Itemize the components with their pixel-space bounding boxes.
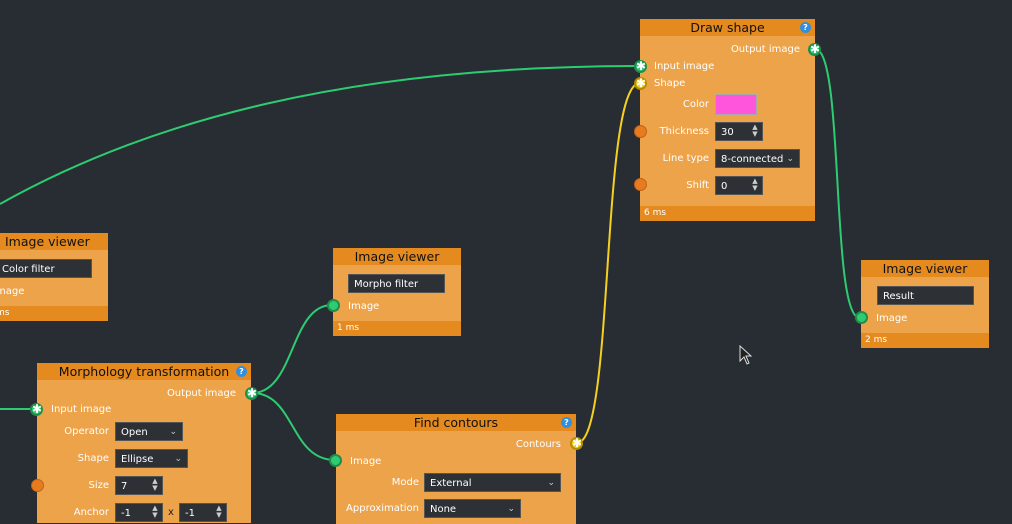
chevron-down-icon: ⌄ [507,504,515,514]
spin-arrows-icon[interactable]: ▲ ▼ [750,124,760,139]
shape-select[interactable]: Ellipse ⌄ [115,449,188,468]
input-image-label: Input image [654,61,715,72]
shape-label: Shape [77,453,109,464]
image-viewer-title: Image viewer [882,261,968,276]
morphology-node[interactable]: Morphology transformation ? Output image… [30,363,258,523]
approximation-select[interactable]: None ⌄ [424,499,521,518]
thickness-port[interactable] [634,125,647,138]
find-contours-node[interactable]: Find contours ? Contours ✱ Image Mode Ex… [329,414,583,524]
size-spinbox[interactable]: 7 ▲ ▼ [115,476,163,495]
draw-shape-footer: 6 ms [640,206,815,221]
image-input-port[interactable] [329,454,342,467]
output-image-label: Output image [166,388,236,399]
chevron-down-icon: ⌄ [547,478,555,488]
spin-arrows-icon[interactable]: ▲ ▼ [214,505,224,520]
wire-contours-to-shape [576,82,641,444]
image-label: Image [876,313,908,324]
anchor-separator: x [168,507,174,518]
draw-shape-title: Draw shape [690,20,765,35]
image-viewer-result-node[interactable]: Image viewer Result Image 2 ms [855,260,989,348]
shape-port[interactable]: ✱ [634,77,647,90]
input-image-label: Input image [51,404,112,415]
spin-arrows-icon[interactable]: ▲ ▼ [150,505,160,520]
image-label: Image [350,456,382,467]
size-port[interactable] [31,479,44,492]
image-input-port[interactable] [327,299,340,312]
image-viewer-color-node[interactable]: Image viewer Color filter mage ms [0,233,108,321]
operator-select[interactable]: Open ⌄ [115,422,183,441]
output-image-port[interactable]: ✱ [808,43,821,56]
contours-label: Contours [515,439,561,450]
wire-colorfilter-to-drawshape [0,65,641,205]
output-image-label: Output image [730,44,800,55]
anchor-y-spinbox[interactable]: -1 ▲ ▼ [179,503,227,522]
image-viewer-title: Image viewer [5,234,90,249]
draw-shape-header[interactable]: Draw shape ? [640,19,815,36]
viewer-name-field[interactable]: Color filter [0,259,92,278]
shift-label: Shift [686,180,709,191]
spin-arrows-icon[interactable]: ▲ ▼ [150,478,160,493]
shift-port[interactable] [634,178,647,191]
image-viewer-footer: 1 ms [333,321,461,336]
viewer-name-field[interactable]: Result [877,286,974,305]
help-icon[interactable]: ? [800,22,811,33]
chevron-down-icon: ⌄ [169,427,177,437]
viewer-name-field[interactable]: Morpho filter [348,274,445,293]
color-label: Color [682,99,709,110]
contours-output-port[interactable]: ✱ [570,437,583,450]
find-contours-title: Find contours [413,415,499,430]
anchor-x-spinbox[interactable]: -1 ▲ ▼ [115,503,163,522]
shift-spinbox[interactable]: 0 ▲ ▼ [715,176,763,195]
line-type-label: Line type [662,153,709,164]
image-viewer-title: Image viewer [354,249,440,264]
output-image-port[interactable]: ✱ [245,387,258,400]
help-icon[interactable]: ? [236,366,247,377]
approximation-label: Approximation [346,503,419,514]
wire-drawshape-to-result [814,48,861,319]
draw-shape-node[interactable]: Draw shape ? Output image ✱ ✱ Input imag… [634,19,821,221]
anchor-label: Anchor [73,507,109,518]
operator-label: Operator [64,426,109,437]
image-viewer-morpho-node[interactable]: Image viewer Morpho filter Image 1 ms [327,248,461,336]
mode-select[interactable]: External ⌄ [424,473,561,492]
size-label: Size [88,480,109,491]
thickness-spinbox[interactable]: 30 ▲ ▼ [715,122,763,141]
image-viewer-header[interactable]: Image viewer [333,248,461,265]
chevron-down-icon: ⌄ [786,154,794,164]
image-viewer-footer: ms [0,306,108,321]
morphology-title: Morphology transformation [58,364,230,379]
image-label: mage [0,286,25,297]
image-label: Image [348,301,380,312]
image-viewer-header[interactable]: Image viewer [861,260,989,277]
image-viewer-header[interactable]: Image viewer [0,233,108,250]
spin-arrows-icon[interactable]: ▲ ▼ [750,178,760,193]
mouse-cursor-icon [739,345,753,365]
help-icon[interactable]: ? [561,417,572,428]
input-image-port[interactable]: ✱ [634,60,647,73]
wire-morph-to-contours [251,392,336,461]
line-type-select[interactable]: 8-connected ⌄ [715,149,800,168]
input-image-port[interactable]: ✱ [30,403,43,416]
wire-morph-to-viewer [251,304,333,394]
color-swatch[interactable] [715,94,757,115]
morphology-header[interactable]: Morphology transformation ? [37,363,251,380]
shape-label: Shape [654,78,686,89]
image-viewer-footer: 2 ms [861,333,989,348]
thickness-label: Thickness [659,126,709,137]
find-contours-header[interactable]: Find contours ? [336,414,576,431]
mode-label: Mode [391,477,419,488]
chevron-down-icon: ⌄ [174,454,182,464]
image-input-port[interactable] [855,311,868,324]
